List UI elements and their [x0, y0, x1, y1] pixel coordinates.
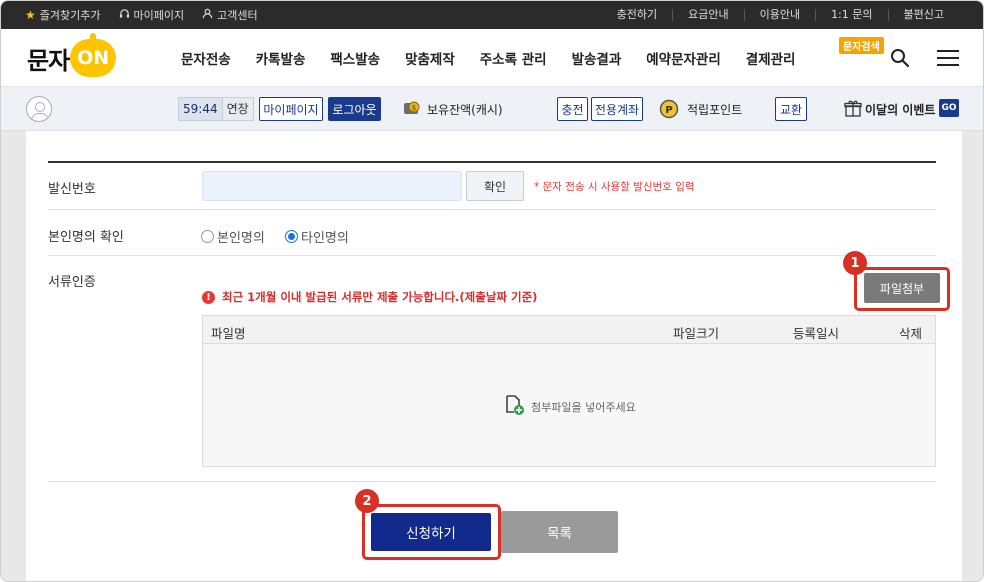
form-top-divider — [48, 161, 936, 163]
row-divider — [48, 209, 936, 210]
sender-note: * 문자 전송 시 사용할 발신번호 입력 — [534, 181, 695, 193]
logout-button[interactable]: 로그아웃 — [328, 97, 381, 121]
pricing-link[interactable]: 요금안내 — [672, 9, 743, 21]
form-panel: 발신번호 확인 * 문자 전송 시 사용할 발신번호 입력 본인명의 확인 본인… — [26, 131, 962, 581]
identity-check-label: 본인명의 확인 — [48, 230, 124, 245]
svg-text:$: $ — [412, 104, 416, 112]
app-window: ★ 즐겨찾기추가 마이페이지 고객센터 충전하기 요금안내 이용안내 1:1 문의… — [0, 0, 984, 582]
file-table-header: 파일명 파일크기 등록일시 삭제 — [203, 316, 935, 344]
sender-number-input[interactable] — [202, 171, 462, 201]
charge-link[interactable]: 충전하기 — [602, 9, 672, 21]
highlight-box-2 — [362, 504, 501, 560]
mypage-link[interactable]: 마이페이지 — [119, 7, 184, 23]
warning-icon: ! — [202, 290, 215, 304]
point-coin-icon: P — [658, 98, 679, 119]
exchange-button[interactable]: 교환 — [775, 97, 807, 121]
inquiry-link[interactable]: 1:1 문의 — [815, 9, 887, 21]
logo-on-badge: ON — [70, 33, 117, 77]
file-drop-area[interactable]: 첨부파일을 넣어주세요 — [203, 344, 935, 466]
document-verification-label: 서류인증 — [48, 275, 96, 290]
file-add-icon — [503, 394, 525, 419]
radio-circle — [201, 230, 214, 243]
points-label: 적립포인트 — [687, 103, 743, 117]
confirm-button[interactable]: 확인 — [466, 171, 524, 201]
row-divider — [48, 481, 936, 482]
document-warning: ! 최근 1개월 이내 발급된 서류만 제출 가능합니다.(제출날짜 기준) — [202, 289, 537, 305]
balance-label: 보유잔액(캐시) — [427, 103, 503, 117]
radio-circle-selected — [285, 230, 298, 243]
gift-icon — [844, 99, 862, 117]
nav-scheduled[interactable]: 예약문자관리 — [646, 48, 721, 68]
search-icon[interactable] — [890, 48, 910, 68]
headset-icon — [119, 8, 130, 22]
nav-sms-send[interactable]: 문자전송 — [181, 48, 231, 68]
sender-number-label: 발신번호 — [48, 182, 96, 197]
event-label[interactable]: 이달의 이벤트 — [865, 101, 935, 118]
main-header: 문자 ON 문자전송 카톡발송 팩스발송 맞춤제작 주소록 관리 발송결과 예약… — [1, 29, 983, 87]
nav-results[interactable]: 발송결과 — [572, 48, 622, 68]
step-marker-1: 1 — [843, 251, 867, 275]
star-icon: ★ — [25, 8, 36, 22]
nav-payment[interactable]: 결제관리 — [746, 48, 796, 68]
account-bar: 59:44 연장 마이페이지 로그아웃 $ 보유잔액(캐시) 충전 전용계좌 P… — [1, 87, 983, 131]
svg-text:P: P — [665, 105, 672, 116]
guide-link[interactable]: 이용안내 — [743, 9, 815, 21]
session-timer: 59:44 연장 — [178, 97, 254, 121]
nav-addressbook[interactable]: 주소록 관리 — [480, 48, 547, 68]
complaint-link[interactable]: 불편신고 — [887, 9, 959, 21]
mypage-button[interactable]: 마이페이지 — [259, 97, 323, 121]
list-button[interactable]: 목록 — [501, 511, 618, 553]
person-icon — [202, 8, 213, 22]
hamburger-menu-icon[interactable] — [937, 49, 959, 67]
radio-self-owned[interactable]: 본인명의 — [201, 227, 265, 246]
search-badge: 문자검색 — [839, 37, 884, 54]
event-go-button[interactable]: GO — [939, 99, 959, 117]
file-table: 파일명 파일크기 등록일시 삭제 첨부파일을 넣어주세요 — [202, 315, 936, 467]
charge-button[interactable]: 충전 — [557, 97, 588, 121]
radio-other-owned[interactable]: 타인명의 — [285, 227, 349, 246]
support-link[interactable]: 고객센터 — [202, 7, 258, 23]
nav-custom[interactable]: 맞춤제작 — [405, 48, 455, 68]
content-area: 발신번호 확인 * 문자 전송 시 사용할 발신번호 입력 본인명의 확인 본인… — [1, 131, 983, 581]
col-filename: 파일명 — [211, 326, 246, 341]
main-nav: 문자전송 카톡발송 팩스발송 맞춤제작 주소록 관리 발송결과 예약문자관리 결… — [181, 29, 795, 87]
avatar-icon — [26, 96, 52, 122]
col-date: 등록일시 — [793, 326, 840, 341]
top-utility-bar: ★ 즐겨찾기추가 마이페이지 고객센터 충전하기 요금안내 이용안내 1:1 문의… — [1, 1, 983, 29]
empty-state: 첨부파일을 넣어주세요 — [503, 394, 636, 419]
col-delete: 삭제 — [899, 326, 923, 341]
logo[interactable]: 문자 ON — [27, 33, 117, 79]
nav-fax-send[interactable]: 팩스발송 — [330, 48, 380, 68]
dedicated-account-button[interactable]: 전용계좌 — [591, 97, 643, 121]
row-divider — [48, 255, 936, 256]
timer-value: 59:44 — [183, 102, 218, 116]
bookmark-link[interactable]: ★ 즐겨찾기추가 — [25, 7, 101, 23]
step-marker-2: 2 — [355, 489, 379, 513]
wallet-icon: $ — [402, 98, 422, 118]
col-filesize: 파일크기 — [673, 326, 720, 341]
extend-button[interactable]: 연장 — [221, 98, 253, 120]
highlight-box-1 — [854, 267, 950, 311]
nav-kakao-send[interactable]: 카톡발송 — [256, 48, 306, 68]
